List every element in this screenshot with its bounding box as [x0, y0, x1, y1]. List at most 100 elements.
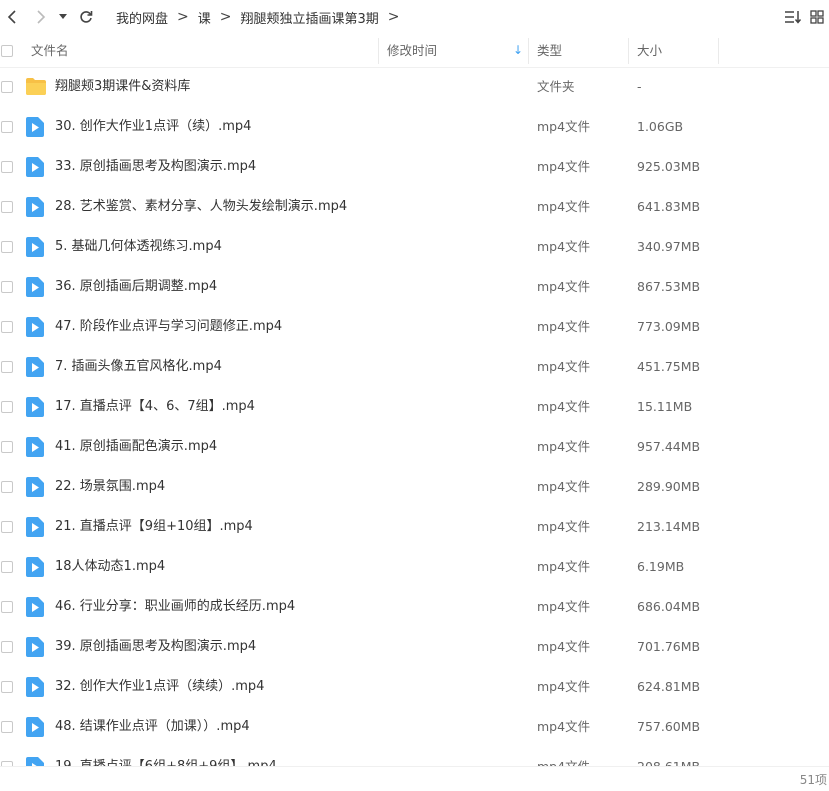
breadcrumb-item-course[interactable]: 课: [198, 8, 211, 27]
file-name[interactable]: 21. 直播点评【9组+10组】.mp4: [55, 507, 253, 547]
column-header-size[interactable]: 大小: [637, 34, 707, 67]
video-icon: [26, 757, 44, 766]
file-row[interactable]: 30. 创作大作业1点评（续）.mp4 mp4文件 1.06GB: [0, 107, 829, 147]
file-row[interactable]: 19. 直播点评【6组+8组+9组】.mp4 mp4文件 208.61MB: [0, 747, 829, 766]
file-type: mp4文件: [537, 719, 591, 734]
file-name[interactable]: 46. 行业分享：职业画师的成长经历.mp4: [55, 587, 295, 627]
status-bar: 51项: [0, 766, 829, 791]
row-checkbox[interactable]: [1, 641, 13, 653]
file-type: mp4文件: [537, 199, 591, 214]
file-row[interactable]: 33. 原创插画思考及构图演示.mp4 mp4文件 925.03MB: [0, 147, 829, 187]
file-row[interactable]: 翔腿颊3期课件&资料库 文件夹 -: [0, 67, 829, 107]
file-row[interactable]: 28. 艺术鉴赏、素材分享、人物头发绘制演示.mp4 mp4文件 641.83M…: [0, 187, 829, 227]
breadcrumb-item-my-drive[interactable]: 我的网盘: [116, 8, 168, 27]
column-header-type[interactable]: 类型: [537, 34, 617, 67]
video-icon: [26, 157, 44, 177]
row-checkbox[interactable]: [1, 681, 13, 693]
breadcrumb-expand-button[interactable]: >: [388, 9, 400, 25]
file-name[interactable]: 30. 创作大作业1点评（续）.mp4: [55, 107, 251, 147]
file-size: 624.81MB: [637, 679, 701, 694]
column-divider[interactable]: [718, 38, 719, 64]
video-icon: [26, 357, 44, 377]
file-name[interactable]: 28. 艺术鉴赏、素材分享、人物头发绘制演示.mp4: [55, 187, 347, 227]
row-checkbox[interactable]: [1, 401, 13, 413]
file-size: 867.53MB: [637, 279, 701, 294]
back-button[interactable]: [2, 5, 22, 29]
file-name[interactable]: 47. 阶段作业点评与学习问题修正.mp4: [55, 307, 282, 347]
history-dropdown-button[interactable]: [54, 5, 72, 29]
row-checkbox[interactable]: [1, 561, 13, 573]
row-checkbox[interactable]: [1, 321, 13, 333]
select-all-checkbox[interactable]: [1, 45, 13, 57]
row-checkbox[interactable]: [1, 81, 13, 93]
row-checkbox[interactable]: [1, 201, 13, 213]
file-name[interactable]: 5. 基础几何体透视练习.mp4: [55, 227, 222, 267]
video-icon: [26, 437, 44, 457]
row-checkbox[interactable]: [1, 481, 13, 493]
file-row[interactable]: 22. 场景氛围.mp4 mp4文件 289.90MB: [0, 467, 829, 507]
file-name[interactable]: 翔腿颊3期课件&资料库: [55, 67, 190, 107]
file-name[interactable]: 41. 原创插画配色演示.mp4: [55, 427, 217, 467]
file-name[interactable]: 17. 直播点评【4、6、7组】.mp4: [55, 387, 255, 427]
file-size: 1.06GB: [637, 119, 684, 134]
file-name[interactable]: 39. 原创插画思考及构图演示.mp4: [55, 627, 256, 667]
file-row[interactable]: 17. 直播点评【4、6、7组】.mp4 mp4文件 15.11MB: [0, 387, 829, 427]
column-divider[interactable]: [378, 38, 379, 64]
file-name[interactable]: 48. 结课作业点评（加课））.mp4: [55, 707, 250, 747]
file-size: 701.76MB: [637, 639, 701, 654]
file-size: -: [637, 79, 642, 94]
file-name[interactable]: 32. 创作大作业1点评（续续）.mp4: [55, 667, 264, 707]
forward-button[interactable]: [31, 5, 51, 29]
sort-list-icon: [785, 11, 802, 24]
row-checkbox[interactable]: [1, 721, 13, 733]
file-row[interactable]: 46. 行业分享：职业画师的成长经历.mp4 mp4文件 686.04MB: [0, 587, 829, 627]
video-icon: [26, 317, 44, 337]
refresh-button[interactable]: [76, 5, 96, 29]
row-checkbox[interactable]: [1, 521, 13, 533]
row-checkbox[interactable]: [1, 121, 13, 133]
file-name[interactable]: 36. 原创插画后期调整.mp4: [55, 267, 217, 307]
video-icon: [26, 677, 44, 697]
file-row[interactable]: 32. 创作大作业1点评（续续）.mp4 mp4文件 624.81MB: [0, 667, 829, 707]
video-icon: [26, 117, 44, 137]
column-divider[interactable]: [628, 38, 629, 64]
sort-button[interactable]: [781, 5, 805, 29]
file-row[interactable]: 48. 结课作业点评（加课））.mp4 mp4文件 757.60MB: [0, 707, 829, 747]
file-name[interactable]: 7. 插画头像五官风格化.mp4: [55, 347, 222, 387]
file-name[interactable]: 33. 原创插画思考及构图演示.mp4: [55, 147, 256, 187]
file-row[interactable]: 5. 基础几何体透视练习.mp4 mp4文件 340.97MB: [0, 227, 829, 267]
file-type: mp4文件: [537, 679, 591, 694]
file-name[interactable]: 22. 场景氛围.mp4: [55, 467, 165, 507]
file-size: 957.44MB: [637, 439, 701, 454]
file-type: mp4文件: [537, 639, 591, 654]
row-checkbox[interactable]: [1, 161, 13, 173]
breadcrumb-item-current-folder[interactable]: 翔腿颊独立插画课第3期: [241, 8, 379, 27]
file-row[interactable]: 7. 插画头像五官风格化.mp4 mp4文件 451.75MB: [0, 347, 829, 387]
column-header-name[interactable]: 文件名: [31, 34, 376, 67]
file-name[interactable]: 18人体动态1.mp4: [55, 547, 165, 587]
sort-arrow-icon[interactable]: ↓: [513, 34, 523, 67]
row-checkbox[interactable]: [1, 441, 13, 453]
row-checkbox[interactable]: [1, 361, 13, 373]
file-row[interactable]: 18人体动态1.mp4 mp4文件 6.19MB: [0, 547, 829, 587]
row-checkbox[interactable]: [1, 601, 13, 613]
file-type: mp4文件: [537, 279, 591, 294]
file-row[interactable]: 41. 原创插画配色演示.mp4 mp4文件 957.44MB: [0, 427, 829, 467]
file-row[interactable]: 39. 原创插画思考及构图演示.mp4 mp4文件 701.76MB: [0, 627, 829, 667]
file-type: mp4文件: [537, 359, 591, 374]
file-size: 15.11MB: [637, 399, 693, 414]
column-header-modified[interactable]: 修改时间: [387, 34, 507, 67]
file-row[interactable]: 36. 原创插画后期调整.mp4 mp4文件 867.53MB: [0, 267, 829, 307]
column-divider[interactable]: [528, 38, 529, 64]
breadcrumb: 我的网盘 > 课 > 翔腿颊独立插画课第3期 >: [116, 0, 409, 34]
grid-view-icon: [810, 10, 824, 24]
item-count: 51项: [799, 773, 827, 787]
video-icon: [26, 277, 44, 297]
view-mode-button[interactable]: [805, 5, 829, 29]
file-row[interactable]: 47. 阶段作业点评与学习问题修正.mp4 mp4文件 773.09MB: [0, 307, 829, 347]
file-name[interactable]: 19. 直播点评【6组+8组+9组】.mp4: [55, 747, 277, 766]
file-type: mp4文件: [537, 439, 591, 454]
file-row[interactable]: 21. 直播点评【9组+10组】.mp4 mp4文件 213.14MB: [0, 507, 829, 547]
row-checkbox[interactable]: [1, 241, 13, 253]
row-checkbox[interactable]: [1, 281, 13, 293]
